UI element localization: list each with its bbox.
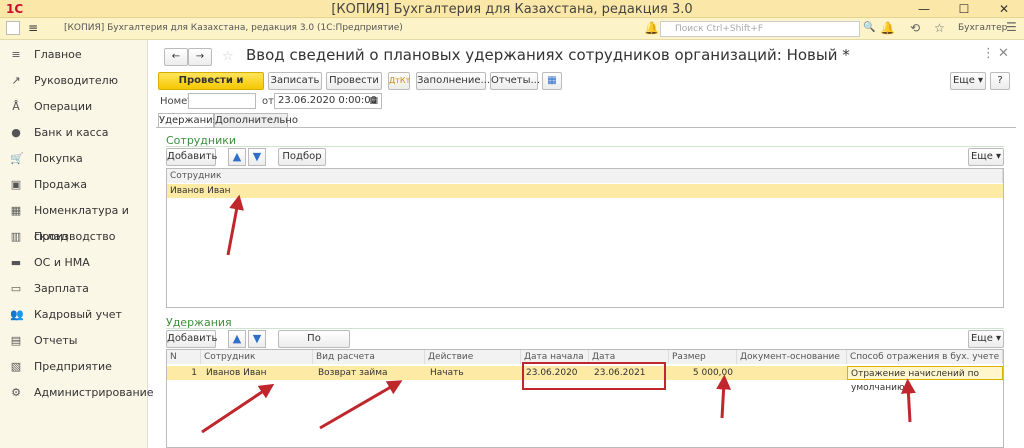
highlight-box xyxy=(522,362,666,390)
forward-button[interactable]: → xyxy=(188,48,212,66)
post-and-close-button[interactable]: Провести и закрыть xyxy=(158,72,264,102)
reports-button[interactable]: Отчеты... xyxy=(490,72,540,90)
column-header-reflection: Способ отражения в бух. учете xyxy=(847,350,1003,364)
number-field[interactable] xyxy=(188,93,256,109)
move-down-icon[interactable]: ▼ xyxy=(248,330,266,348)
title-bar: 1С [КОПИЯ] Бухгалтерия для Казахстана, р… xyxy=(0,0,1024,18)
app-subtitle: [КОПИЯ] Бухгалтерия для Казахстана, реда… xyxy=(64,23,403,33)
user-name[interactable]: Бухгалтер xyxy=(958,23,1007,33)
sidebar-item-operations[interactable]: Å Операции xyxy=(0,94,148,120)
calendar-icon[interactable]: ▦ xyxy=(369,94,378,108)
column-header-employee: Сотрудник xyxy=(201,350,313,364)
chart-icon: ↗ xyxy=(11,74,21,87)
hamburger-icon[interactable]: ≡ xyxy=(28,21,38,35)
apps-grid-icon[interactable] xyxy=(6,21,20,35)
help-button[interactable]: ? xyxy=(990,72,1010,90)
sidebar: ≡ Главное ↗ Руководителю Å Операции ● Банк и… xyxy=(0,40,154,448)
reflection-cell: Отражение начислений по умолчанию xyxy=(847,366,1003,393)
structure-icon[interactable]: ▦ xyxy=(542,72,562,90)
table-row[interactable]: Иванов Иван xyxy=(167,184,1003,198)
bell-icon[interactable]: 🔔 xyxy=(644,21,659,35)
amount-cell: 5 000,00 xyxy=(692,368,733,378)
reports-icon: ▤ xyxy=(10,334,22,347)
people-icon: 👥 xyxy=(10,308,24,321)
search-icon[interactable]: 🔍 xyxy=(863,22,875,33)
sidebar-item-assets[interactable]: ▬ ОС и НМА xyxy=(0,250,148,276)
column-header-amount: Размер xyxy=(669,350,737,364)
action-cell: Начать xyxy=(430,368,464,378)
building-icon: ▧ xyxy=(10,360,22,373)
fill-button[interactable]: Заполнение... xyxy=(416,72,490,90)
employees-more-button[interactable]: Еще ▾ xyxy=(968,148,1004,166)
money-icon: ▭ xyxy=(10,282,22,295)
sidebar-item-hr[interactable]: 👥 Кадровый учет xyxy=(0,302,148,328)
sidebar-item-salary[interactable]: ▭ Зарплата xyxy=(0,276,148,302)
minimize-button[interactable]: — xyxy=(904,0,944,18)
column-header-basis: Документ-основание xyxy=(737,350,847,364)
divider xyxy=(166,328,1004,329)
add-employee-button[interactable]: Добавить xyxy=(166,148,217,166)
column-header-n: N xyxy=(167,350,201,364)
basis-cell xyxy=(739,366,847,380)
row-number: 1 xyxy=(191,368,197,378)
bank-icon: ● xyxy=(11,126,21,139)
gear-icon: ⚙ xyxy=(11,386,21,399)
history-icon[interactable]: ⟲ xyxy=(910,21,920,35)
back-button[interactable]: ← xyxy=(164,48,188,66)
move-down-icon[interactable]: ▼ xyxy=(248,148,266,166)
search-input[interactable]: Поиск Ctrl+Shift+F xyxy=(660,21,860,37)
column-header-action: Действие xyxy=(425,350,521,364)
employee-cell: Иванов Иван xyxy=(206,368,267,378)
tab-additional[interactable]: Дополнительно xyxy=(214,113,298,128)
close-button[interactable]: ✕ xyxy=(984,0,1024,18)
employees-table: Сотрудник Иванов Иван xyxy=(166,168,1004,308)
sidebar-item-director[interactable]: ↗ Руководителю xyxy=(0,68,148,94)
column-header-employee: Сотрудник xyxy=(167,169,1003,183)
grid-icon: ▦ xyxy=(10,204,22,217)
debit-credit-icon[interactable]: ДтКт xyxy=(388,72,410,90)
more-button[interactable]: Еще ▾ xyxy=(950,72,986,90)
sidebar-item-bank[interactable]: ● Банк и касса xyxy=(0,120,148,146)
calc-type-cell: Возврат займа xyxy=(318,368,388,378)
sidebar-item-admin[interactable]: ⚙ Администрирование xyxy=(0,380,154,406)
settings-icon[interactable]: ☰ xyxy=(1006,20,1017,34)
form-close-icon[interactable]: ✕ xyxy=(998,46,1009,61)
truck-icon: ▬ xyxy=(10,256,22,269)
deductions-more-button[interactable]: Еще ▾ xyxy=(968,330,1004,348)
sidebar-item-nomenclature[interactable]: ▦ Номенклатура и склад xyxy=(0,198,148,243)
notification-icon[interactable]: 🔔 xyxy=(880,21,895,35)
operations-icon: Å xyxy=(12,100,20,113)
column-header-calc-type: Вид расчета xyxy=(313,350,425,364)
factory-icon: ▥ xyxy=(10,230,22,243)
sidebar-item-reports[interactable]: ▤ Отчеты xyxy=(0,328,148,354)
date-field[interactable]: 23.06.2020 0:00:00 ▦ xyxy=(274,93,382,109)
maximize-button[interactable]: ☐ xyxy=(944,0,984,18)
by-employee-button[interactable]: По сотруднику xyxy=(278,330,350,360)
sidebar-item-sales[interactable]: ▣ Продажа xyxy=(0,172,148,198)
pick-button[interactable]: Подбор ▾ xyxy=(278,148,326,178)
cart-icon: 🛒 xyxy=(10,152,24,165)
divider xyxy=(166,146,1004,147)
favorites-icon[interactable]: ☆ xyxy=(934,21,945,35)
add-deduction-button[interactable]: Добавить xyxy=(166,330,217,348)
employee-cell: Иванов Иван xyxy=(170,186,231,196)
sidebar-item-production[interactable]: ▥ Производство xyxy=(0,224,148,250)
favorite-star-icon[interactable]: ☆ xyxy=(222,49,234,64)
sidebar-item-enterprise[interactable]: ▧ Предприятие xyxy=(0,354,148,380)
sidebar-item-purchase[interactable]: 🛒 Покупка xyxy=(0,146,148,172)
page-title: Ввод сведений о плановых удержаниях сотр… xyxy=(246,46,850,64)
move-up-icon[interactable]: ▲ xyxy=(228,330,246,348)
move-up-icon[interactable]: ▲ xyxy=(228,148,246,166)
menu-icon: ≡ xyxy=(11,48,21,61)
tab-deductions[interactable]: Удержания xyxy=(158,113,219,128)
post-button[interactable]: Провести xyxy=(326,72,382,90)
sidebar-item-main[interactable]: ≡ Главное xyxy=(0,42,148,68)
bag-icon: ▣ xyxy=(10,178,22,191)
more-options-icon[interactable]: ⋮ xyxy=(982,46,995,61)
window-title: [КОПИЯ] Бухгалтерия для Казахстана, реда… xyxy=(331,2,693,17)
save-button[interactable]: Записать xyxy=(268,72,322,90)
